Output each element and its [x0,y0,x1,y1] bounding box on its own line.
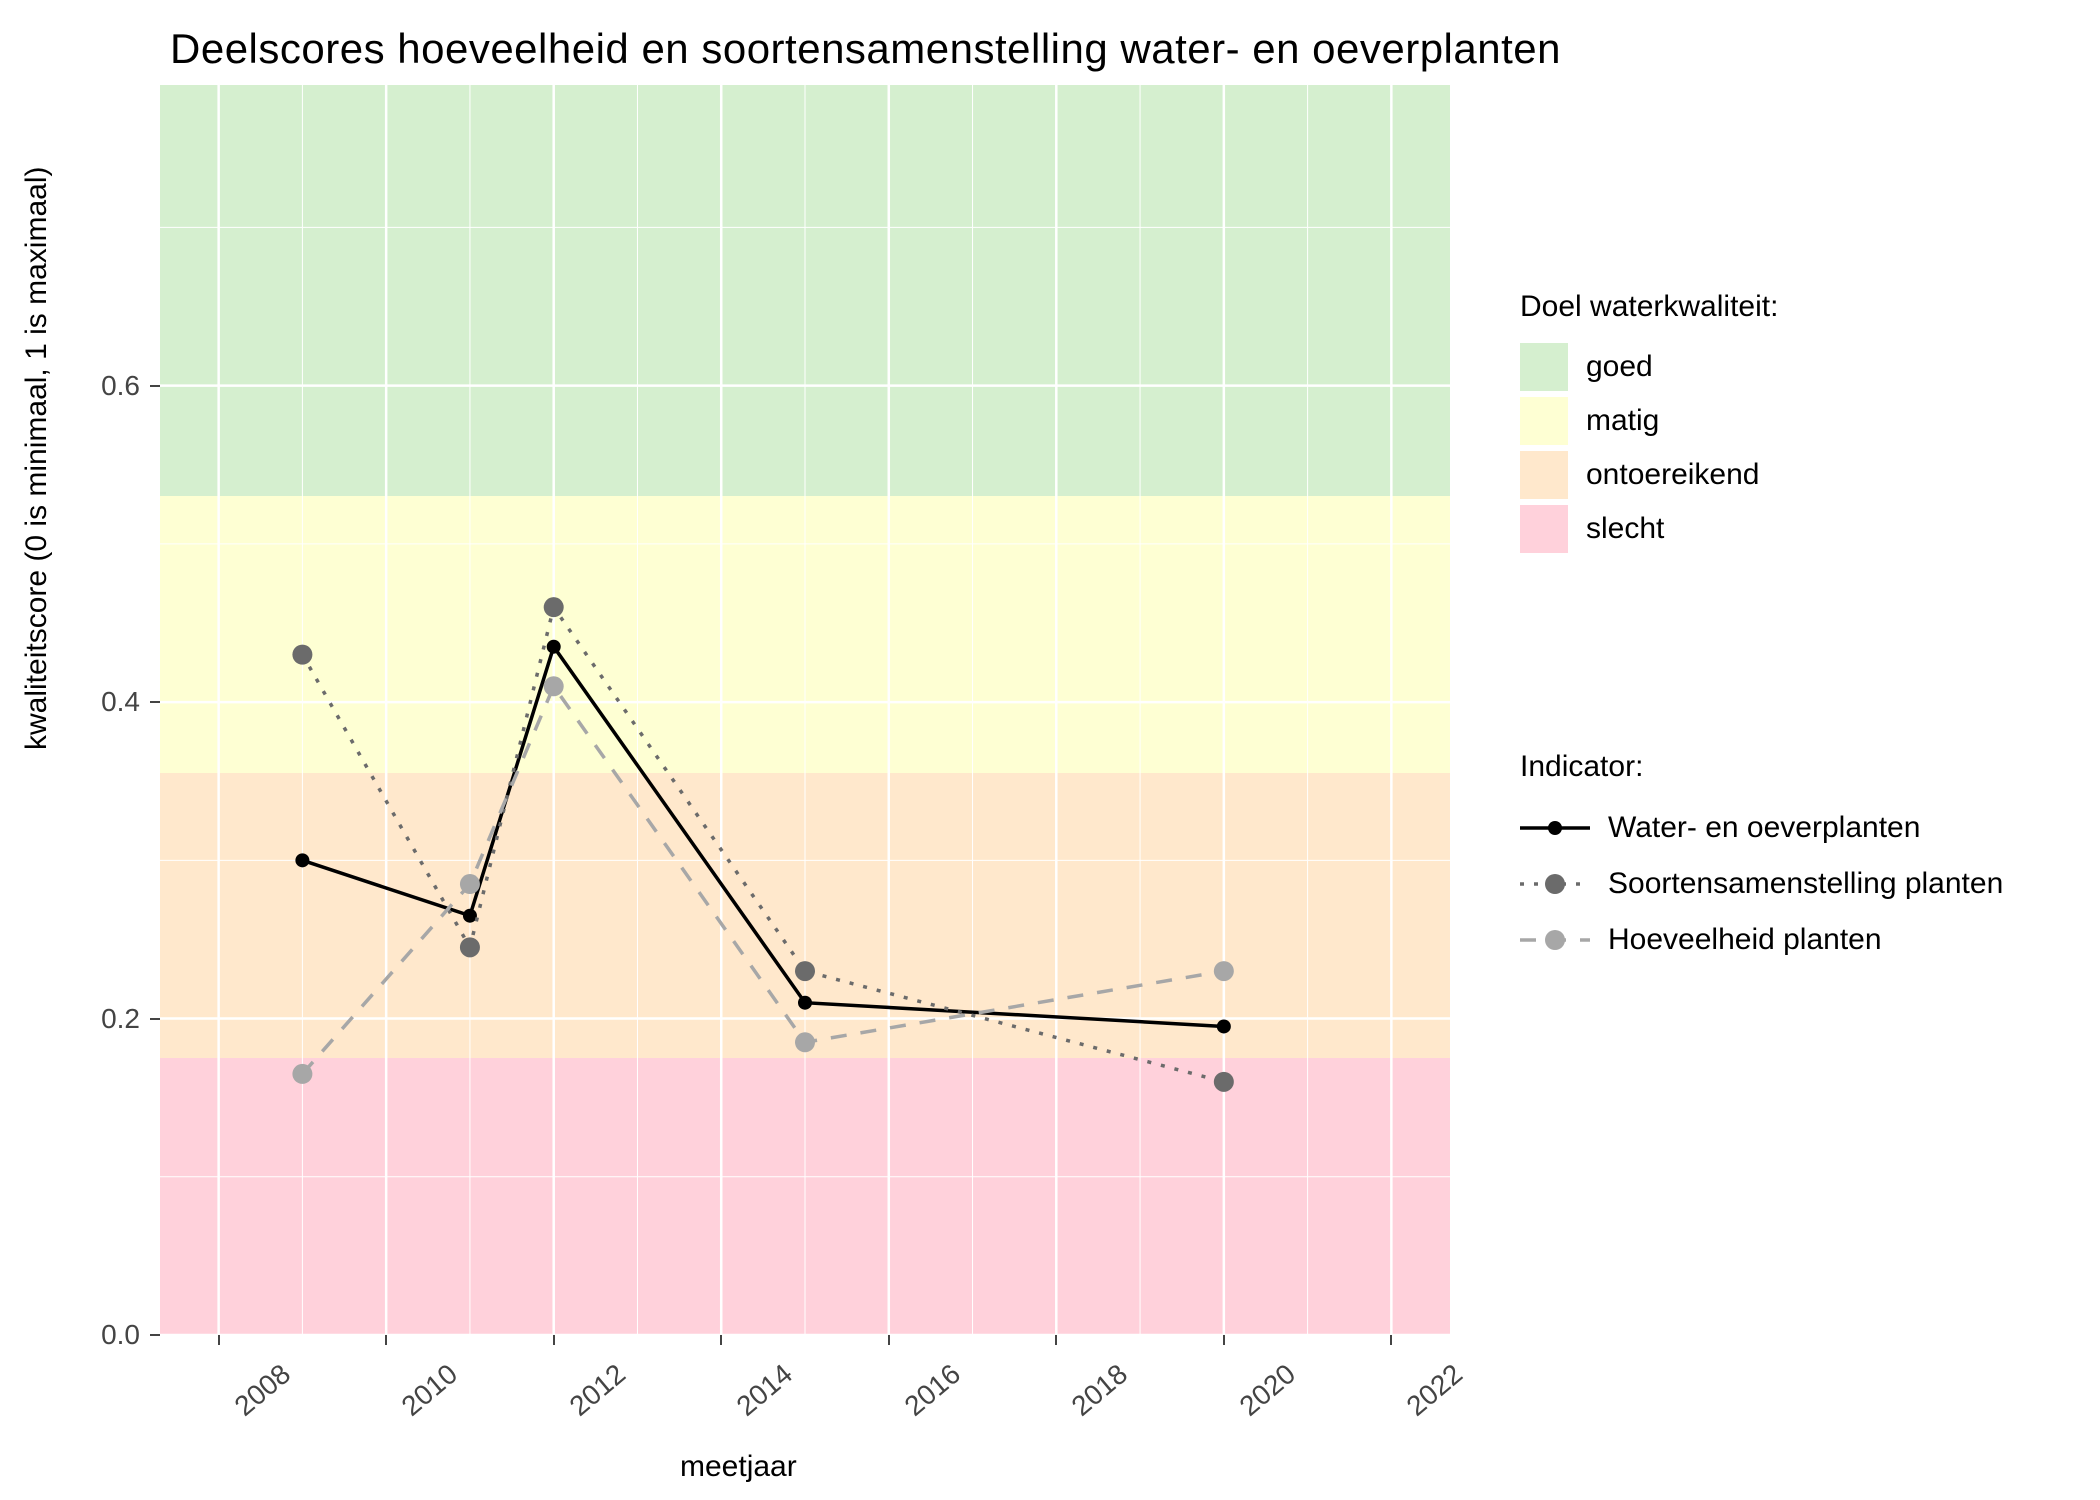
legend-swatch [1520,505,1568,553]
data-point [544,597,564,617]
legend-band-row: goed [1520,342,1778,392]
legend-sample [1520,866,1590,902]
legend-swatch [1520,451,1568,499]
legend-swatch [1520,397,1568,445]
x-tick-label: 2018 [1066,1358,1134,1423]
legend-label: matig [1586,404,1659,438]
legend-label: slecht [1586,512,1664,546]
legend-series-title: Indicator: [1520,750,2003,784]
data-point [1217,1019,1231,1033]
x-tick-label: 2010 [396,1358,464,1423]
y-tick-label: 0.6 [40,370,140,402]
legend-label: Soortensamenstelling planten [1608,867,2003,901]
x-tick-label: 2022 [1401,1358,1469,1423]
y-tick-label: 0.0 [40,1319,140,1351]
data-point [460,874,480,894]
data-point [1214,1072,1234,1092]
legend-band-row: slecht [1520,504,1778,554]
y-tick-label: 0.4 [40,686,140,718]
data-point [795,961,815,981]
legend-band-row: matig [1520,396,1778,446]
x-tick-label: 2008 [228,1358,296,1423]
data-series [160,85,1450,1335]
data-point [292,1064,312,1084]
legend-swatch [1520,343,1568,391]
series-line [302,607,1223,1082]
series-line [302,686,1223,1074]
data-point [295,853,309,867]
legend-label: Water- en oeverplanten [1608,811,1920,845]
series-line [302,647,1223,1027]
legend-series-row: Soortensamenstelling planten [1520,858,2003,910]
legend-bands-title: Doel waterkwaliteit: [1520,290,1778,324]
y-tick-label: 0.2 [40,1003,140,1035]
legend-label: Hoeveelheid planten [1608,923,1882,957]
x-axis-label: meetjaar [680,1450,797,1484]
legend-sample [1520,810,1590,846]
data-point [795,1032,815,1052]
data-point [1214,961,1234,981]
legend-band-row: ontoereikend [1520,450,1778,500]
x-tick-label: 2016 [898,1358,966,1423]
legend-sample [1520,922,1590,958]
x-tick-label: 2020 [1233,1358,1301,1423]
chart-title: Deelscores hoeveelheid en soortensamenst… [170,25,1561,73]
data-point [798,996,812,1010]
legend-bands: Doel waterkwaliteit: goed matig ontoereike… [1520,290,1778,558]
legend-series-row: Water- en oeverplanten [1520,802,2003,854]
chart-container: Deelscores hoeveelheid en soortensamenst… [0,0,2100,1500]
legend-series: Indicator: Water- en oeverplanten Soorten… [1520,750,2003,970]
data-point [544,676,564,696]
data-point [460,937,480,957]
data-point [292,645,312,665]
legend-label: goed [1586,350,1653,384]
x-tick-label: 2012 [563,1358,631,1423]
data-point [547,640,561,654]
legend-series-row: Hoeveelheid planten [1520,914,2003,966]
legend-label: ontoereikend [1586,458,1759,492]
y-axis-label: kwaliteitscore (0 is minimaal, 1 is maxi… [20,167,54,750]
x-tick-label: 2014 [731,1358,799,1423]
plot-area [160,85,1450,1335]
